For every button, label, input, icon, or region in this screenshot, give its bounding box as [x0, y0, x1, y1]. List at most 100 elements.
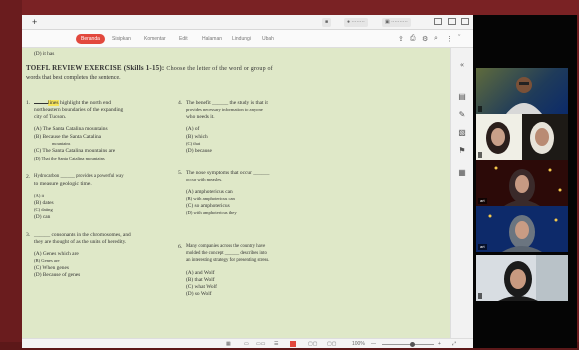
tab-halaman[interactable]: Halaman [202, 36, 222, 42]
q2-option-a: (A) it [34, 193, 45, 198]
video-participant-strip: art art [473, 15, 577, 348]
q3-option-a: (A) Genes which are [34, 251, 79, 257]
q2-number: 2. [26, 174, 31, 180]
q1-stem-line1: lines highlight the north end [34, 100, 111, 106]
q6-option-a: (A) and Wolf [186, 270, 215, 276]
participant-3-video [494, 166, 562, 206]
participant-1-video [506, 77, 542, 114]
q6-option-c: (C) what Wolf [186, 284, 217, 290]
zoom-out-button[interactable]: — [371, 341, 376, 347]
more-icon[interactable]: ⋮ [446, 35, 453, 43]
participant-1-name [478, 106, 482, 112]
q2-option-d: (D) can [34, 214, 51, 220]
fit-width-icon[interactable]: ▢▢ [327, 341, 336, 347]
document-page: (D) it has TOEFL REVIEW EXERCISE (Skills… [22, 48, 450, 338]
q5-option-b: (B) with amphotericus can [186, 196, 235, 201]
q5-option-a: (A) amphotericus can [186, 189, 233, 195]
collapse-icon[interactable]: ˇ [458, 35, 460, 42]
q1-number: 1. [26, 100, 31, 106]
q3-stem-line2: they are thought of as the units of here… [34, 239, 127, 245]
q1-option-b: (B) Because the Santa Catalina [34, 134, 102, 140]
q1-highlight[interactable]: lines [48, 100, 59, 106]
participant-tile-1[interactable] [476, 68, 568, 114]
q1-stem-rest: highlight the north end [59, 100, 112, 106]
tab-lindungi[interactable]: Lindungi [232, 36, 251, 42]
close-icon[interactable] [461, 18, 469, 25]
q4-option-a: (A) of [186, 126, 200, 132]
right-tool-panel: « ▤ ✎ ▧ ⚑ ▦ [450, 48, 473, 348]
pdf-tab[interactable]: ▣ ·········· [382, 18, 411, 27]
participant-5-video [498, 255, 568, 301]
participant-4-name: art [478, 244, 487, 250]
q4-option-c: (C) that [186, 141, 201, 146]
tab-komentar[interactable]: Komentar [144, 36, 166, 42]
zoom-in-button[interactable]: + [438, 341, 441, 347]
new-tab-icon[interactable]: + [32, 17, 37, 27]
maximize-icon[interactable] [448, 18, 456, 25]
q1-blank [34, 103, 48, 104]
q4-stem-line2: provides necessary information to anyone [186, 107, 263, 112]
red-frame-left [0, 0, 22, 350]
participant-tile-3[interactable]: art [476, 160, 568, 206]
tab-ubah[interactable]: Ubah [262, 36, 274, 42]
window-tab[interactable]: ■ [322, 18, 332, 27]
q1-option-a: (A) The Santa Catalina mountains [34, 126, 108, 132]
q2-option-b: (B) dates [34, 200, 54, 206]
zoom-slider[interactable] [382, 344, 434, 345]
thumbnail-view-icon[interactable]: ▦ [226, 341, 231, 347]
top-line: (D) it has [34, 51, 55, 57]
ribbon-toolbar: Beranda Sisipkan Komentar Edit Halaman L… [22, 30, 473, 48]
q6-option-d: (D) so Wolf [186, 291, 212, 297]
share-icon[interactable]: ⇪ [398, 35, 404, 43]
continuous-view-icon[interactable]: ☰ [274, 341, 278, 347]
zoom-level[interactable]: 100% [352, 341, 365, 347]
q5-stem-line1: The nose symptoms that occur ______ [186, 170, 270, 176]
print-icon[interactable]: ⎙ [410, 35, 416, 43]
participant-tile-2[interactable] [476, 114, 568, 160]
edit-icon[interactable]: ✎ [457, 110, 467, 119]
single-page-icon[interactable]: ▭ [244, 341, 249, 347]
title-bar: + ■ ● ········ ▣ ·········· [22, 15, 473, 30]
q6-option-b: (B) that Wolf [186, 277, 215, 283]
participant-tile-4[interactable]: art [476, 206, 568, 252]
q2-option-c: (C) dating [34, 207, 53, 212]
tab-beranda[interactable]: Beranda [76, 34, 105, 44]
stamp-icon[interactable]: ⚑ [457, 146, 467, 155]
participant-tile-5[interactable] [476, 255, 568, 301]
annotate-icon[interactable]: ▧ [457, 128, 467, 137]
browser-tab[interactable]: ● ········ [344, 18, 368, 27]
q1-option-c: (C) The Santa Catalina mountains are [34, 148, 116, 154]
page-icon[interactable]: ▤ [457, 92, 467, 101]
record-button[interactable] [290, 341, 296, 347]
collapse-panel-icon[interactable]: « [457, 60, 467, 69]
status-bar: ▦ ▭ ▭▭ ☰ ▢▢ ▢▢ 100% — + ⤢ [22, 338, 473, 348]
fullscreen-icon[interactable]: ⤢ [452, 341, 456, 347]
q4-stem-line1: The benefit ______ the study is that it [186, 100, 268, 106]
search-icon[interactable]: ⌕ [434, 35, 438, 43]
q1-stem-line2: northeastern boundaries of the expanding [34, 107, 124, 113]
zoom-slider-knob[interactable] [410, 342, 415, 347]
minimize-icon[interactable] [434, 18, 442, 25]
q2-stem-line2: to measure geologic time. [34, 181, 92, 187]
screen: + ■ ● ········ ▣ ·········· Beranda Sisi… [22, 15, 577, 348]
q3-number: 3. [26, 232, 31, 238]
translate-icon[interactable]: ▦ [457, 168, 467, 177]
exercise-heading: TOEFL REVIEW EXERCISE (Skills 1-15): Cho… [26, 65, 273, 73]
participant-4-video [488, 214, 558, 252]
q3-stem-line1: ______ consonants in the chromosomes, an… [34, 232, 131, 238]
heading-line-2: words that best completes the sentence. [26, 75, 121, 81]
q3-option-d: (D) Because of genes [34, 272, 81, 278]
fit-page-icon[interactable]: ▢▢ [308, 341, 317, 347]
q3-option-b: (B) Genes are [34, 258, 60, 263]
double-page-icon[interactable]: ▭▭ [256, 341, 265, 347]
tab-edit[interactable]: Edit [179, 36, 188, 42]
q6-stem-line3: an interesting strategy for presenting s… [186, 258, 270, 263]
participant-2-video [476, 114, 568, 160]
q5-number: 5. [178, 170, 183, 176]
tab-sisipkan[interactable]: Sisipkan [112, 36, 131, 42]
q4-option-b: (B) which [186, 134, 208, 140]
pdf-reader-window: + ■ ● ········ ▣ ·········· Beranda Sisi… [22, 15, 473, 348]
q5-stem-line2: occur with measles. [186, 177, 223, 182]
settings-icon[interactable]: ⚙ [422, 35, 428, 43]
participant-5-name [478, 293, 482, 299]
